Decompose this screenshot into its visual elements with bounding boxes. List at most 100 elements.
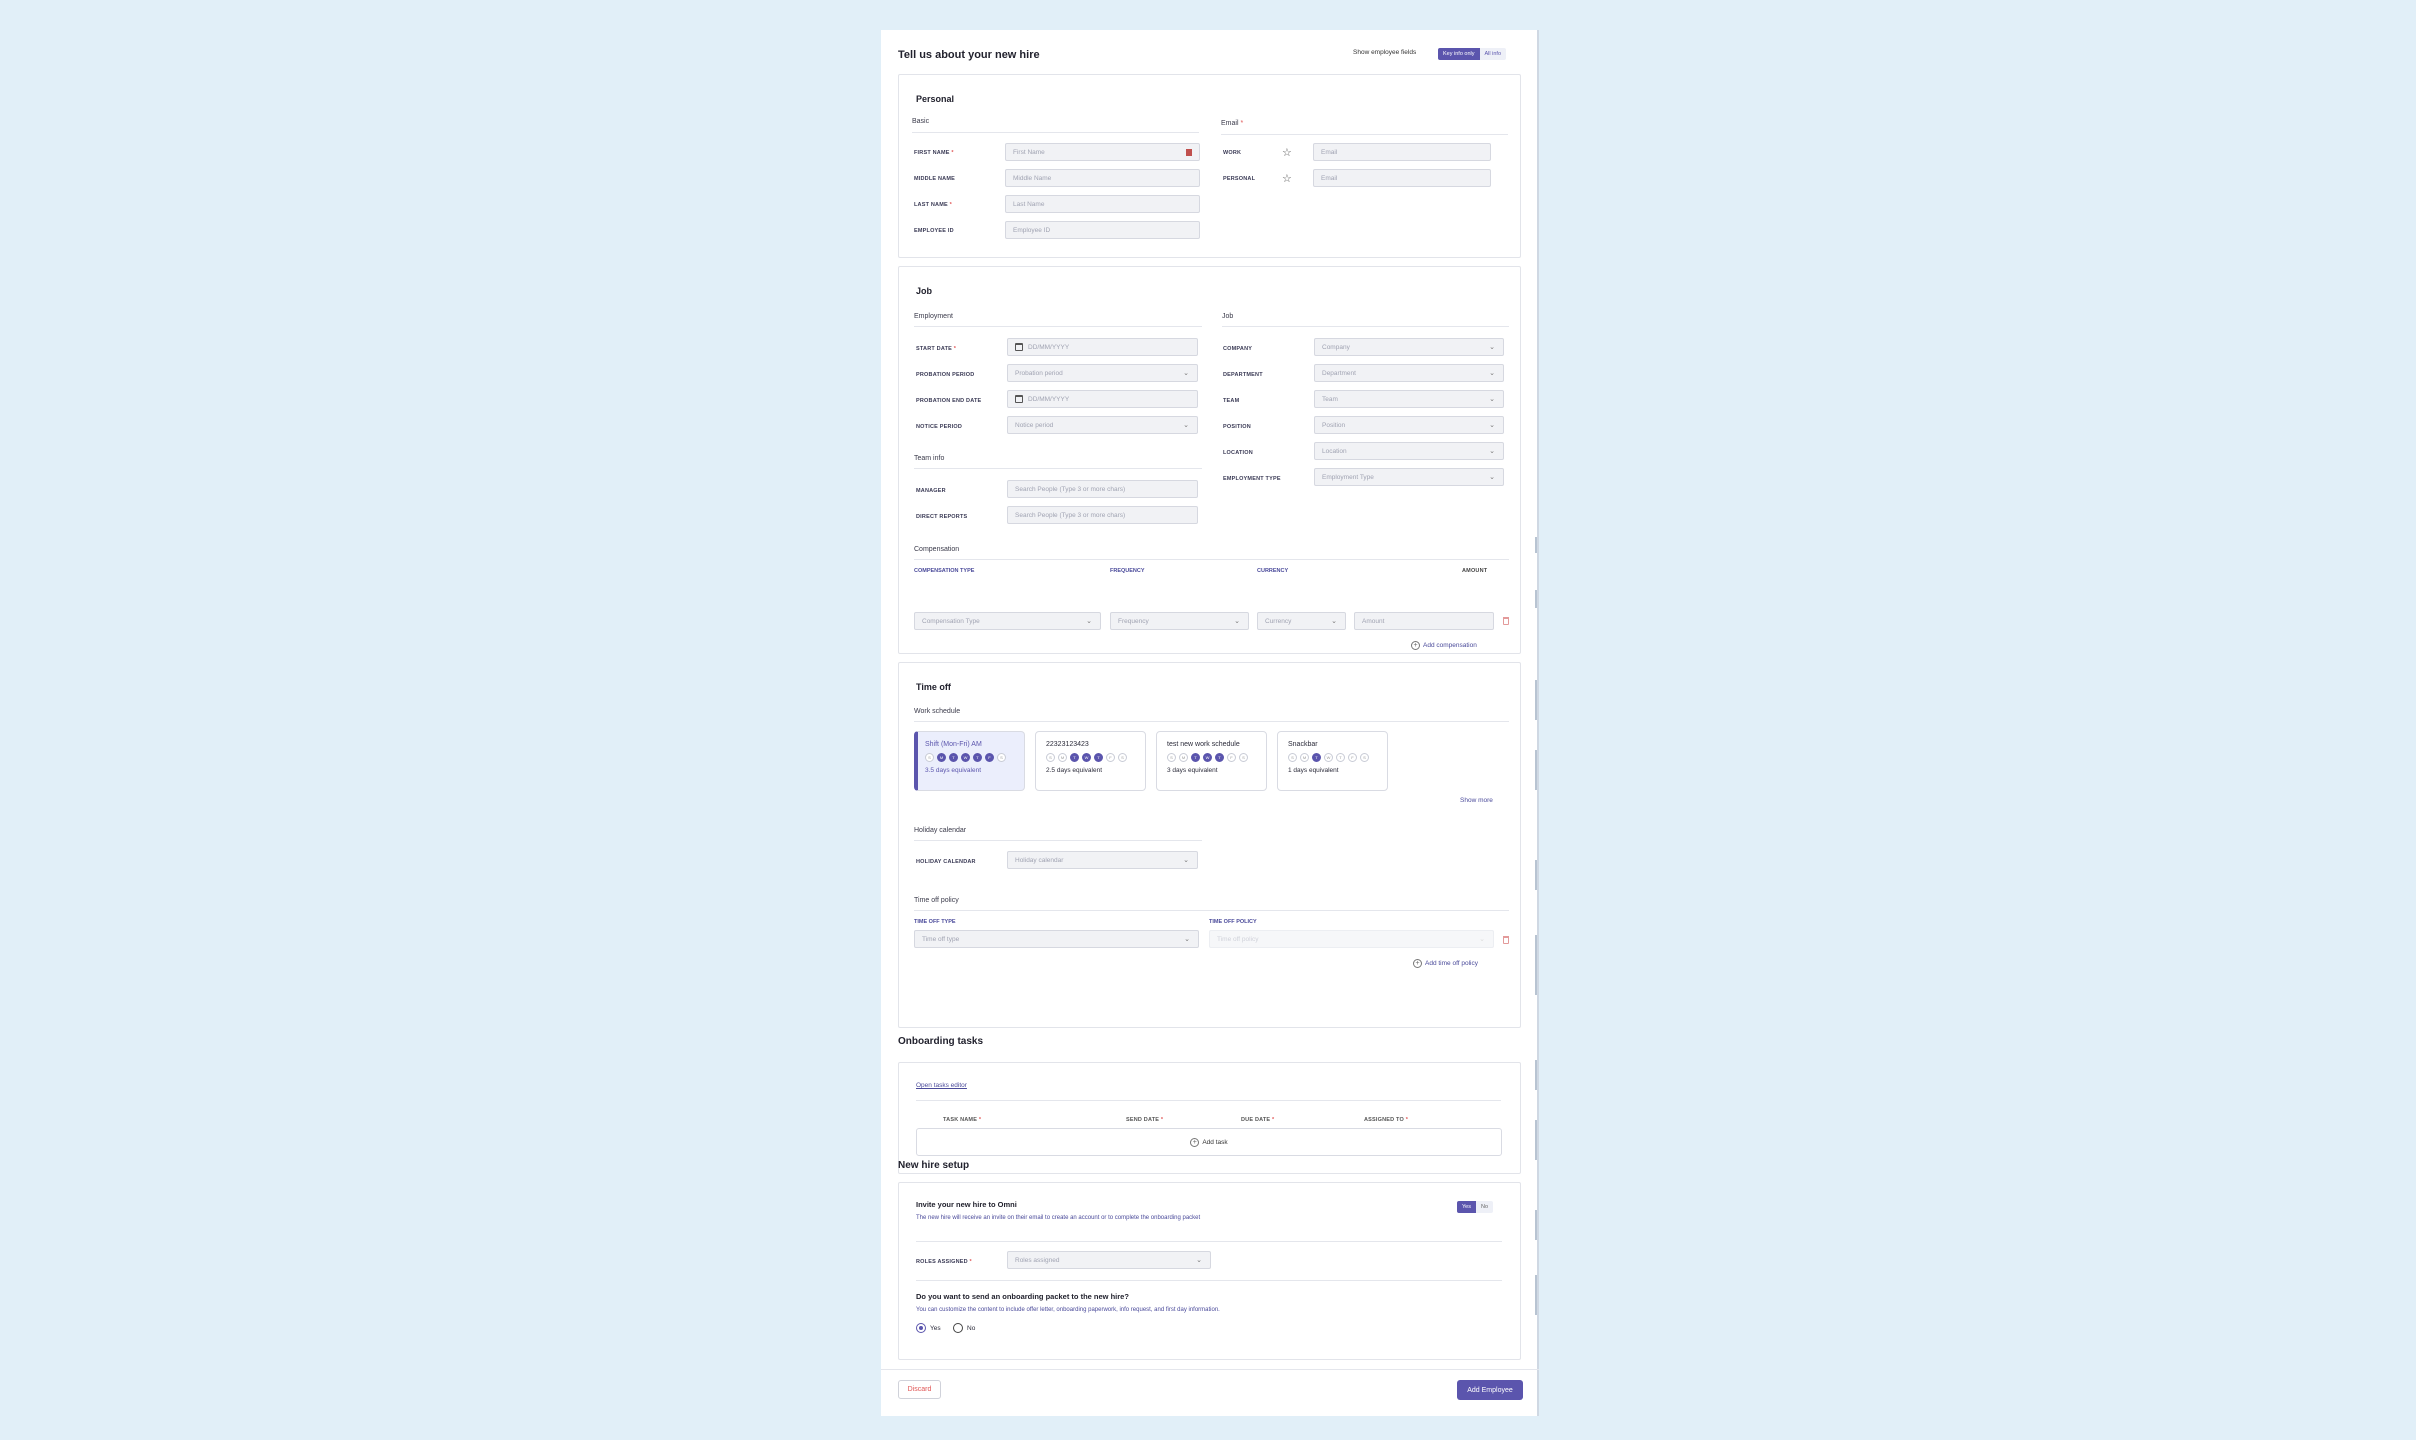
employment-type-label: EMPLOYMENT TYPE [1223,476,1281,482]
scrollbar-mark [1535,935,1537,995]
star-icon[interactable]: ☆ [1282,146,1292,159]
time-off-type-label: TIME OFF TYPE [914,919,956,925]
probation-end-date-input[interactable]: DD/MM/YYYY [1007,390,1198,408]
add-compensation-link[interactable]: + Add compensation [1411,641,1477,650]
calendar-icon [1015,343,1023,351]
day-chip: W [1203,753,1212,762]
invite-yes-option[interactable]: Yes [1457,1201,1476,1213]
chevron-down-icon: ⌄ [1489,370,1495,377]
add-circle-icon: + [1413,959,1422,968]
day-chip: M [1179,753,1188,762]
scrollbar-mark [1535,1275,1537,1315]
scrollbar-mark [1535,1060,1537,1090]
holiday-calendar-select[interactable]: Holiday calendar ⌄ [1007,851,1198,869]
day-chip: S [1118,753,1127,762]
first-name-input[interactable]: First Name [1005,143,1200,161]
employee-id-label: EMPLOYEE ID [914,228,954,234]
radio-unselected-icon [953,1323,963,1333]
personal-title: Personal [916,94,955,104]
packet-description: You can customize the content to include… [916,1307,1220,1313]
compensation-label: Compensation [914,546,960,553]
chevron-down-icon: ⌄ [1331,618,1337,625]
probation-period-select[interactable]: Probation period ⌄ [1007,364,1198,382]
notice-period-label: NOTICE PERIOD [916,424,962,430]
day-chip: F [1348,753,1357,762]
company-select[interactable]: Company ⌄ [1314,338,1504,356]
invite-description: The new hire will receive an invite on t… [916,1215,1201,1221]
employee-id-input[interactable]: Employee ID [1005,221,1200,239]
time-off-policy-select[interactable]: Time off policy ⌄ [1209,930,1494,948]
discard-button[interactable]: Discard [898,1380,941,1399]
onboarding-card: Open tasks editor TASK NAME * SEND DATE … [898,1062,1521,1174]
day-chip: M [1300,753,1309,762]
add-task-row[interactable]: + Add task [916,1128,1502,1156]
open-tasks-editor-link[interactable]: Open tasks editor [916,1082,967,1089]
probation-end-date-label: PROBATION END DATE [916,398,982,404]
position-select[interactable]: Position ⌄ [1314,416,1504,434]
middle-name-input[interactable]: Middle Name [1005,169,1200,187]
show-fields-label: Show employee fields [1353,49,1417,56]
day-chip: S [1167,753,1176,762]
work-email-input[interactable]: Email [1313,143,1491,161]
show-more-link[interactable]: Show more [1460,797,1493,804]
trash-icon[interactable] [1503,617,1509,625]
middle-name-label: MIDDLE NAME [914,176,956,182]
schedule-card[interactable]: Shift (Mon-Fri) AM SMTWTFS 3.5 days equi… [914,731,1025,791]
chevron-down-icon: ⌄ [1196,1257,1202,1264]
day-chip: T [949,753,958,762]
star-icon[interactable]: ☆ [1282,172,1292,185]
team-select[interactable]: Team ⌄ [1314,390,1504,408]
packet-yes-radio[interactable]: Yes [916,1323,941,1333]
add-circle-icon: + [1190,1137,1200,1147]
trash-icon[interactable] [1503,936,1509,944]
all-info-option[interactable]: All info [1479,48,1507,60]
chevron-down-icon: ⌄ [1184,936,1190,943]
roles-assigned-select[interactable]: Roles assigned ⌄ [1007,1251,1211,1269]
schedule-card[interactable]: test new work schedule SMTWTFS 3 days eq… [1156,731,1267,791]
manager-input[interactable]: Search People (Type 3 or more chars) [1007,480,1198,498]
chevron-down-icon: ⌄ [1086,618,1092,625]
add-task-button[interactable]: + Add task [1190,1137,1228,1147]
time-off-type-select[interactable]: Time off type ⌄ [914,930,1199,948]
invite-no-option[interactable]: No [1475,1201,1494,1213]
time-off-policy-label: Time off policy [914,897,959,904]
holiday-calendar-field-label: HOLIDAY CALENDAR [916,859,976,865]
add-employee-button[interactable]: Add Employee [1457,1380,1523,1400]
amount-input[interactable]: Amount [1354,612,1494,630]
frequency-select[interactable]: Frequency ⌄ [1110,612,1249,630]
basic-label: Basic [912,118,930,125]
job-card: Job Employment Job START DATE * DD/MM/YY… [898,266,1521,654]
calendar-icon [1015,395,1023,403]
chevron-down-icon: ⌄ [1489,344,1495,351]
packet-no-radio[interactable]: No [953,1323,975,1333]
chevron-down-icon: ⌄ [1489,422,1495,429]
day-chip: T [1215,753,1224,762]
day-chip: S [1288,753,1297,762]
day-chip: S [1360,753,1369,762]
due-date-header: DUE DATE * [1241,1117,1275,1123]
department-label: DEPARTMENT [1223,372,1263,378]
employment-type-select[interactable]: Employment Type ⌄ [1314,468,1504,486]
schedule-card[interactable]: Snackbar SMTWTFS 1 days equivalent [1277,731,1388,791]
last-name-input[interactable]: Last Name [1005,195,1200,213]
currency-select[interactable]: Currency ⌄ [1257,612,1346,630]
scrollbar-mark [1535,680,1537,720]
onboarding-title: Onboarding tasks [898,1036,984,1047]
add-time-off-policy-link[interactable]: + Add time off policy [1413,959,1478,968]
last-name-label: LAST NAME * [914,202,952,208]
compensation-type-label: COMPENSATION TYPE [914,568,975,574]
personal-email-input[interactable]: Email [1313,169,1491,187]
department-select[interactable]: Department ⌄ [1314,364,1504,382]
location-select[interactable]: Location ⌄ [1314,442,1504,460]
fields-toggle: Key info only All info [1438,48,1507,60]
new-hire-setup-title: New hire setup [898,1160,970,1171]
compensation-type-select[interactable]: Compensation Type ⌄ [914,612,1101,630]
scrollbar-mark [1535,537,1537,553]
direct-reports-input[interactable]: Search People (Type 3 or more chars) [1007,506,1198,524]
schedule-days: SMTWTFS [1288,753,1377,762]
key-info-only-option[interactable]: Key info only [1438,48,1480,60]
schedule-card[interactable]: 22323123423 SMTWTFS 2.5 days equivalent [1035,731,1146,791]
notice-period-select[interactable]: Notice period ⌄ [1007,416,1198,434]
start-date-input[interactable]: DD/MM/YYYY [1007,338,1198,356]
day-chip: F [1106,753,1115,762]
